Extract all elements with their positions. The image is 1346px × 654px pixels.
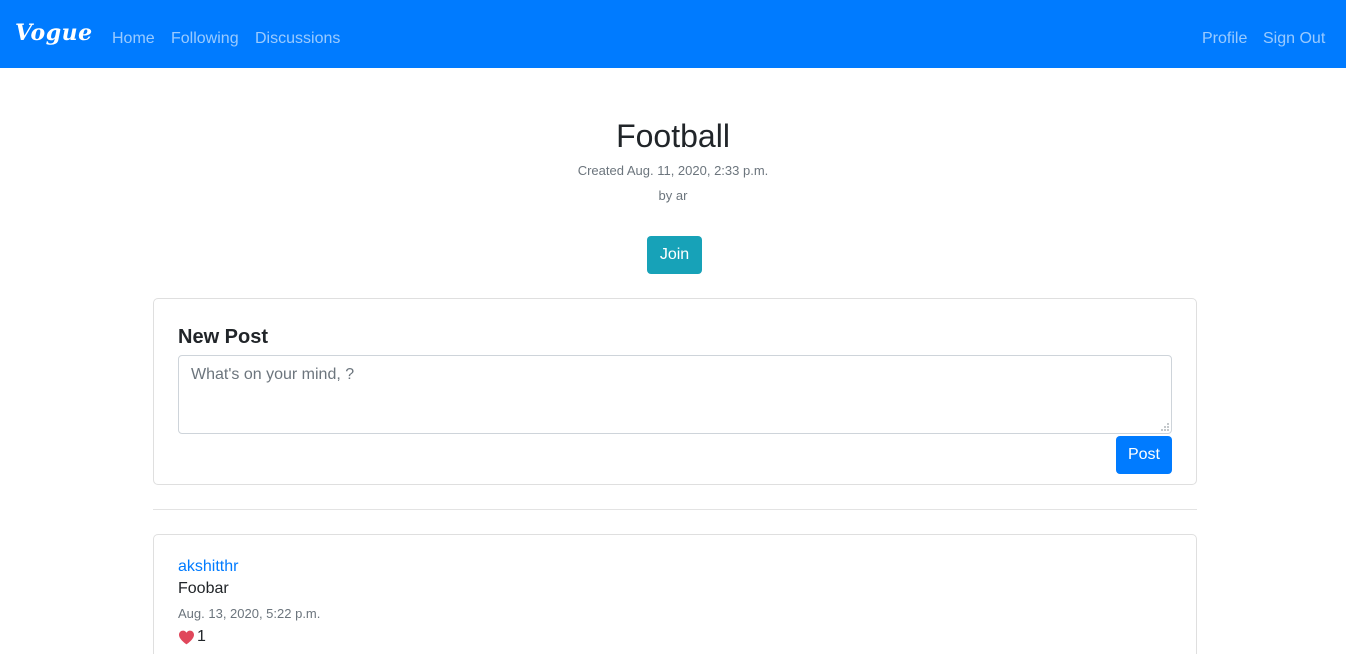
nav-sign-out-link[interactable]: Sign Out	[1263, 30, 1325, 48]
post-author-link[interactable]: akshitthr	[178, 558, 238, 576]
post-textarea[interactable]	[178, 355, 1172, 434]
post-body: Foobar	[178, 580, 229, 597]
created-date: Created Aug. 11, 2020, 2:33 p.m.	[577, 163, 769, 178]
top-navbar: Vogue Home Following Discussions Profile…	[0, 0, 1346, 68]
discussion-title: Football	[616, 118, 730, 154]
nav-home-link[interactable]: Home	[112, 30, 155, 48]
post-card: akshitthr Foobar Aug. 13, 2020, 5:22 p.m…	[153, 534, 1197, 654]
heart-icon[interactable]	[178, 630, 195, 645]
new-post-card: New Post Post	[153, 298, 1197, 485]
post-submit-button[interactable]: Post	[1116, 436, 1172, 474]
section-divider	[153, 509, 1197, 510]
like-count: 1	[197, 628, 206, 645]
join-button[interactable]: Join	[647, 236, 702, 274]
nav-discussions-link[interactable]: Discussions	[255, 30, 340, 48]
like-row: 1	[178, 628, 206, 646]
creator-byline: by ar	[658, 188, 688, 203]
new-post-heading: New Post	[178, 326, 269, 348]
nav-profile-link[interactable]: Profile	[1202, 30, 1247, 48]
post-timestamp: Aug. 13, 2020, 5:22 p.m.	[178, 606, 321, 621]
brand-logo[interactable]: Vogue	[15, 20, 93, 46]
nav-following-link[interactable]: Following	[171, 30, 239, 48]
resize-grip-icon[interactable]	[1160, 422, 1169, 431]
